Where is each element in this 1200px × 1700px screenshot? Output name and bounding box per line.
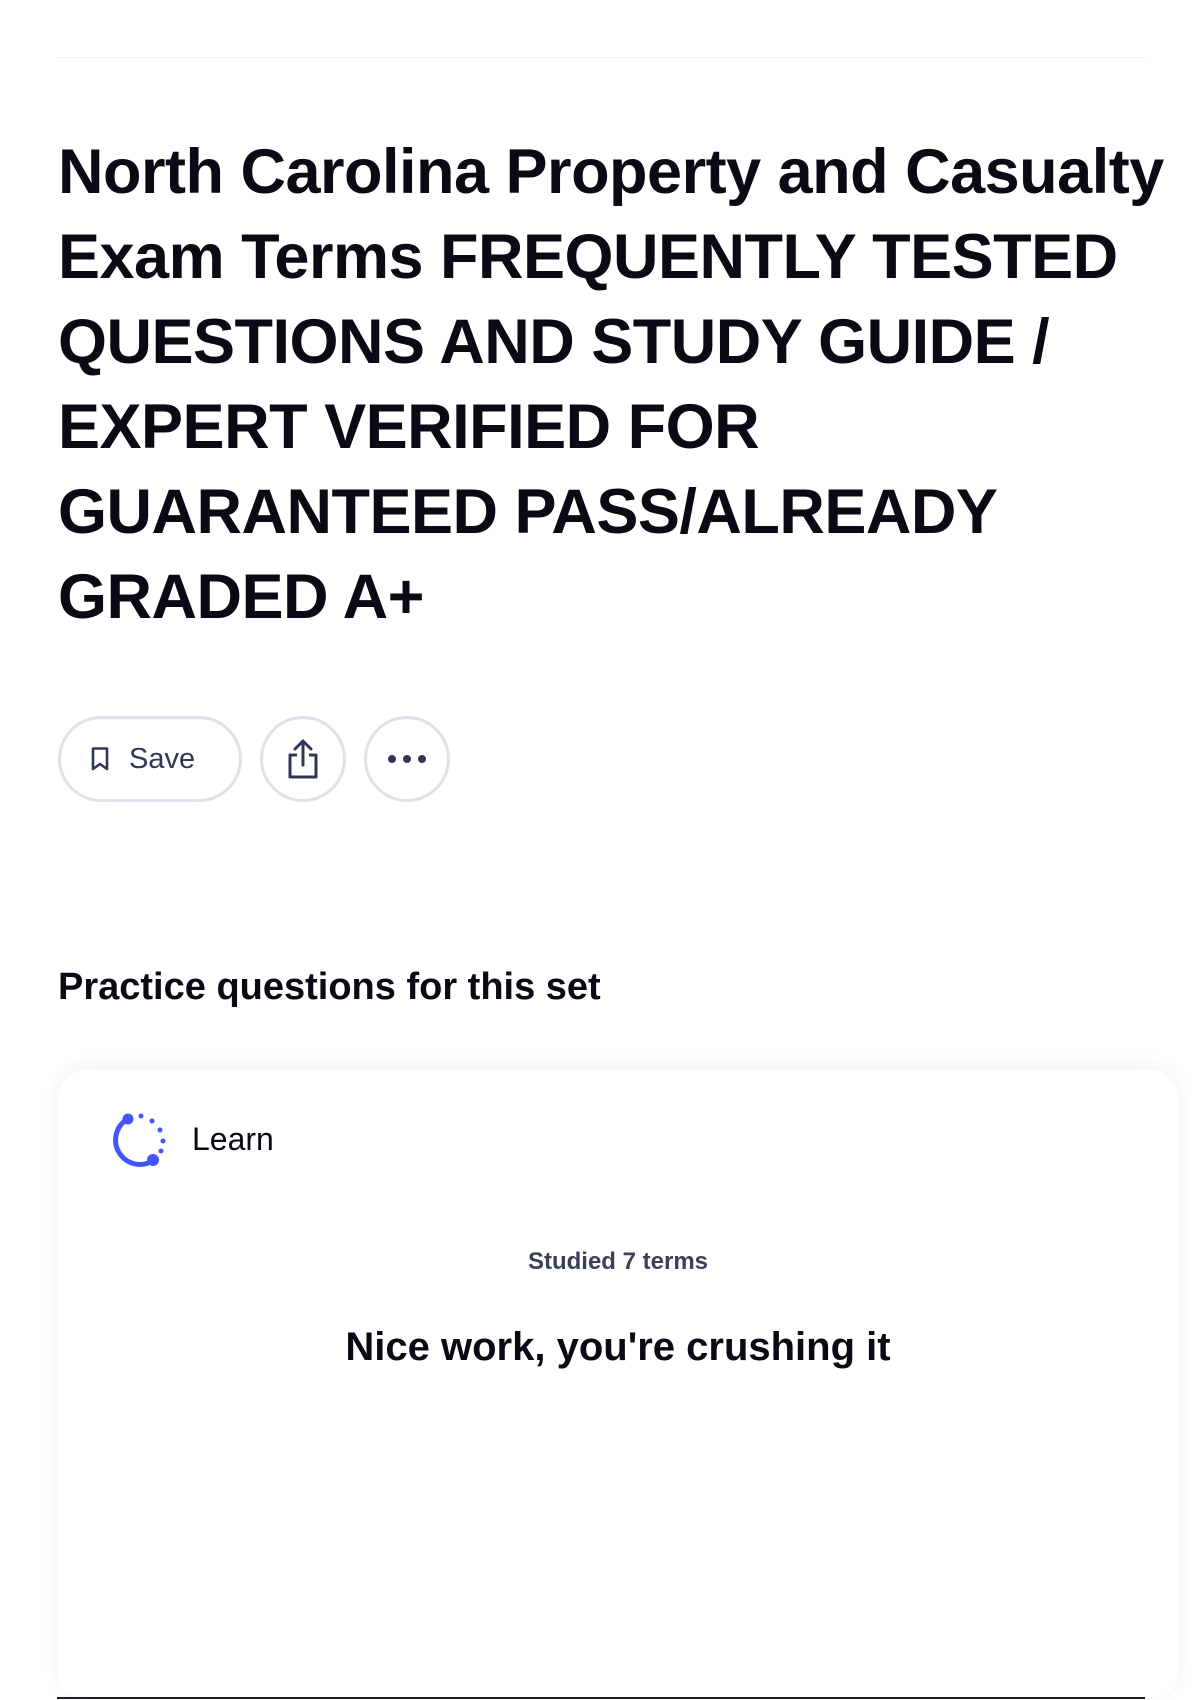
learn-progress-icon	[112, 1110, 170, 1168]
learn-mode-header: Learn	[112, 1110, 274, 1168]
share-icon	[283, 737, 323, 781]
more-horizontal-icon	[386, 754, 428, 764]
more-options-button[interactable]	[364, 716, 450, 802]
top-divider	[57, 57, 1145, 58]
bottom-divider	[57, 1697, 1145, 1699]
learn-mode-label: Learn	[192, 1120, 274, 1157]
bookmark-icon	[89, 746, 111, 772]
set-actions-toolbar: Save	[58, 716, 450, 802]
learn-card[interactable]: Learn Studied 7 terms Nice work, you're …	[58, 1070, 1178, 1700]
save-button[interactable]: Save	[58, 716, 242, 802]
share-button[interactable]	[260, 716, 346, 802]
studied-terms-count: Studied 7 terms	[527, 1248, 709, 1275]
practice-questions-heading: Practice questions for this set	[58, 966, 601, 1008]
progress-message: Nice work, you're crushing it	[345, 1325, 891, 1369]
set-title: North Carolina Property and Casualty Exa…	[58, 137, 1164, 632]
save-button-label: Save	[129, 742, 196, 775]
